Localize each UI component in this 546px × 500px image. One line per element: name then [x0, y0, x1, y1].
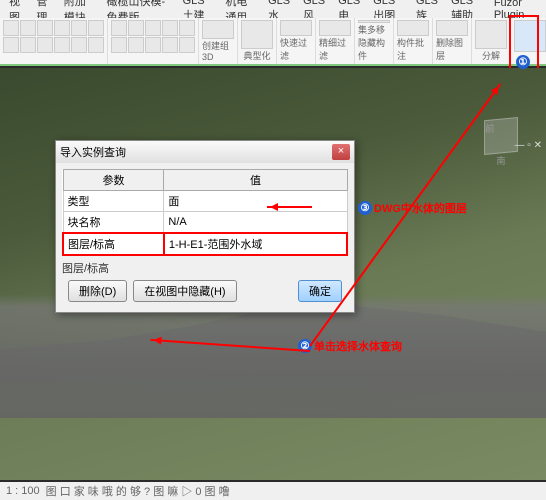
import-instance-query-dialog: 导入实例查询 × 参数值 类型面 块名称N/A 图层/标高1-H-E1-范围外水…: [55, 140, 355, 313]
group-label: 集多移 隐藏构件: [358, 23, 390, 62]
explode-icon[interactable]: [475, 20, 507, 49]
delete-button[interactable]: 删除(D): [68, 280, 127, 302]
table-row-layer[interactable]: 图层/标高1-H-E1-范围外水域: [63, 233, 347, 255]
tool-icon[interactable]: [54, 37, 70, 53]
tool-icon[interactable]: [88, 37, 104, 53]
tool-icon[interactable]: [145, 37, 161, 53]
delete-layer-icon[interactable]: [436, 20, 468, 36]
tool-icon[interactable]: [71, 20, 87, 36]
circle-number-icon: ③: [358, 201, 372, 215]
circle-number-icon: ①: [516, 55, 530, 69]
ribbon-group: 构件批注: [394, 18, 433, 64]
tool-icon[interactable]: [37, 37, 53, 53]
hide-in-view-button[interactable]: 在视图中隐藏(H): [133, 280, 236, 302]
close-button[interactable]: ×: [332, 144, 350, 160]
tool-icon[interactable]: [37, 20, 53, 36]
group-label: 典型化: [243, 49, 270, 62]
ribbon-group: 精细过滤: [316, 18, 355, 64]
tool-icon[interactable]: [20, 37, 36, 53]
group-label: 创建组3D: [202, 39, 234, 62]
group-label: 分解: [482, 49, 500, 62]
arrow-line: [267, 206, 312, 208]
ribbon-group: 分解: [472, 18, 511, 64]
ribbon-group: 快速过滤: [277, 18, 316, 64]
annotation-text: 单击选择水体查询: [314, 338, 402, 354]
menubar: 视图 管理 附加模块 橄榄山快模-免费版 GLS土建 机电通用 GLS水 GLS…: [0, 0, 546, 18]
tool-icon[interactable]: [111, 20, 127, 36]
group-label: 构件批注: [397, 36, 429, 62]
tool-icon[interactable]: [111, 37, 127, 53]
annotate-icon[interactable]: [397, 20, 429, 36]
table-row[interactable]: 块名称N/A: [63, 212, 347, 234]
tool-icon[interactable]: [88, 20, 104, 36]
ribbon-group: 创建组3D: [199, 18, 238, 64]
table-header-value: 值: [164, 170, 347, 191]
dialog-title-text: 导入实例查询: [60, 144, 126, 160]
ribbon-group: [108, 18, 199, 64]
cube-3d-icon[interactable]: [202, 20, 234, 39]
statusbar: 1 : 100 图 口 家 味 哦 的 够 ? 图 嘛 ▷ 0 图 噜: [0, 482, 546, 500]
table-header-param: 参数: [63, 170, 164, 191]
viewcube[interactable]: 前 南: [476, 118, 526, 178]
tool-icon[interactable]: [54, 20, 70, 36]
ok-button[interactable]: 确定: [298, 280, 342, 302]
annotation-text: DWG中水体的图层: [374, 200, 467, 216]
tool-icon[interactable]: [128, 20, 144, 36]
tool-icon[interactable]: [162, 20, 178, 36]
ribbon-group: [0, 18, 108, 64]
group-label: 删除图层: [436, 36, 468, 62]
table-row[interactable]: 类型面: [63, 191, 347, 212]
ribbon: 创建组3D 典型化 快速过滤 精细过滤 集多移 隐藏构件 构件批注 删除图层 分…: [0, 18, 546, 66]
dialog-titlebar[interactable]: 导入实例查询 ×: [56, 141, 354, 163]
tool-icon[interactable]: [179, 37, 195, 53]
ribbon-group: 典型化: [238, 18, 277, 64]
tool-icon[interactable]: [128, 37, 144, 53]
fine-filter-icon[interactable]: [319, 20, 351, 36]
tool-icon[interactable]: [162, 37, 178, 53]
parameter-table: 参数值 类型面 块名称N/A 图层/标高1-H-E1-范围外水域: [62, 169, 348, 256]
tool-icon[interactable]: [71, 37, 87, 53]
tool-icon[interactable]: [3, 37, 19, 53]
tool-icon[interactable]: [179, 20, 195, 36]
group-label: 快速过滤: [280, 36, 312, 62]
annotation-1: ①: [516, 55, 530, 69]
status-tools[interactable]: 图 口 家 味 哦 的 够 ? 图 嘛 ▷ 0 图 噜: [46, 483, 230, 499]
viewcube-direction: 南: [476, 154, 526, 167]
tool-icon[interactable]: [145, 20, 161, 36]
typify-icon[interactable]: [241, 20, 273, 49]
scale-display[interactable]: 1 : 100: [6, 485, 40, 497]
section-label: 图层/标高: [62, 260, 348, 276]
tool-icon[interactable]: [20, 20, 36, 36]
ribbon-group: 集多移 隐藏构件: [355, 18, 394, 64]
viewcube-face[interactable]: 前: [484, 117, 518, 155]
quick-filter-icon[interactable]: [280, 20, 312, 36]
tool-icon[interactable]: [3, 20, 19, 36]
group-label: 精细过滤: [319, 36, 351, 62]
ribbon-group: 删除图层: [433, 18, 472, 64]
